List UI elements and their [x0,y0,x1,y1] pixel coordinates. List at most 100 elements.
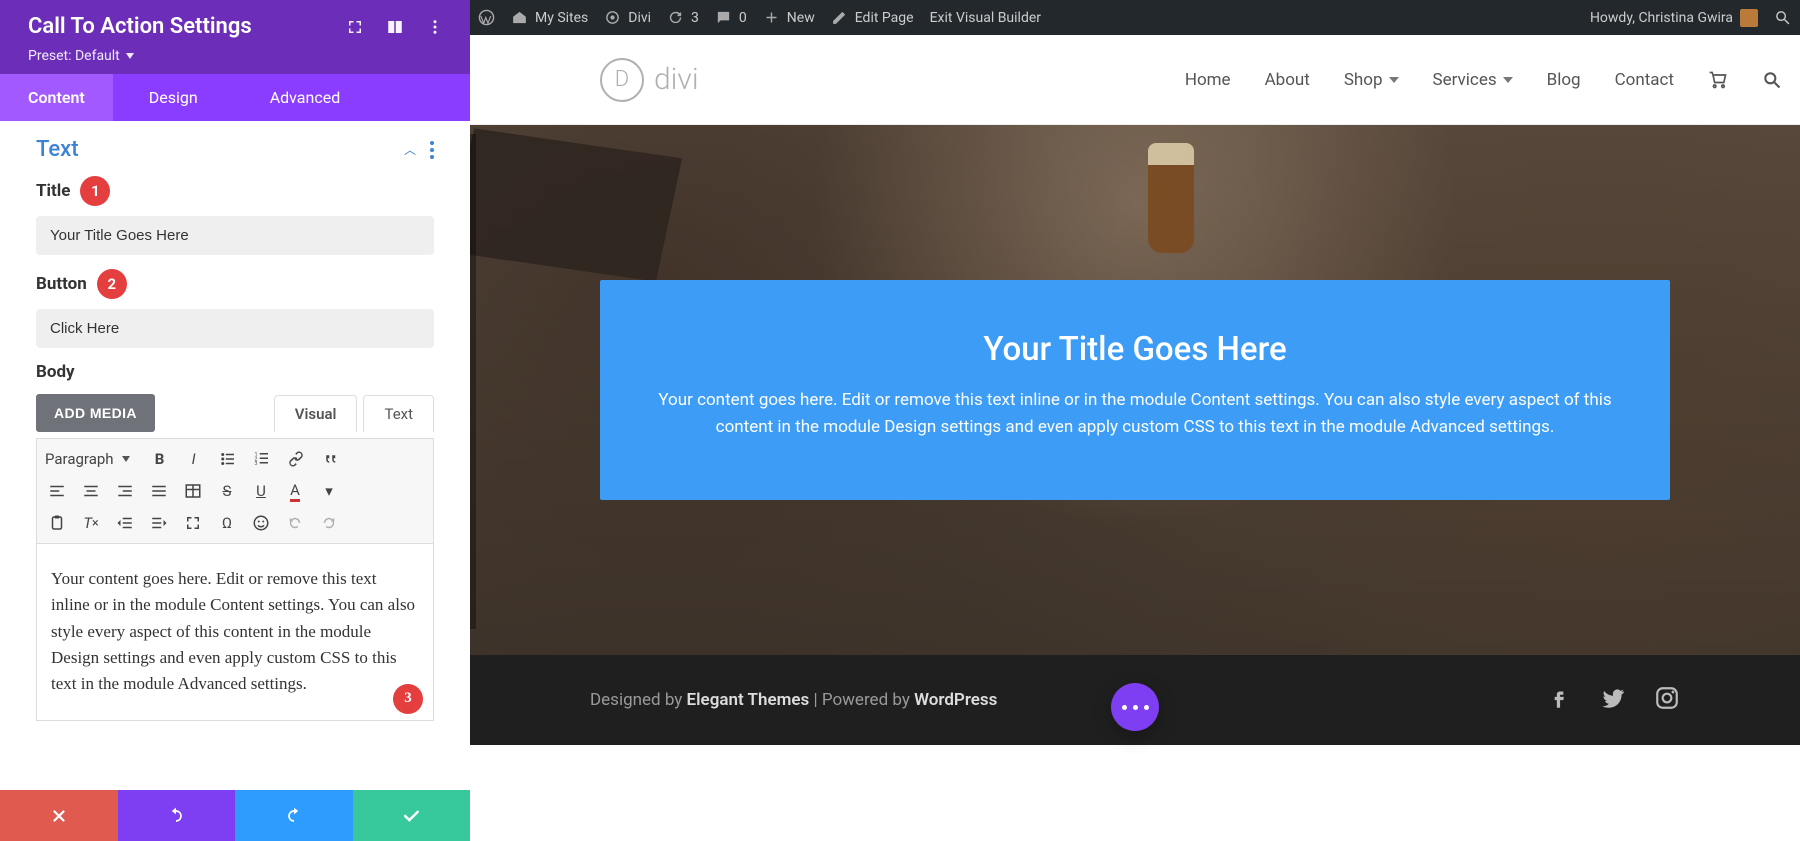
hero-decor-swatch [470,125,682,295]
paragraph-select[interactable]: Paragraph [45,450,138,468]
outdent-icon[interactable] [113,511,137,535]
caret-down-icon [122,456,130,462]
emoji-icon[interactable] [249,511,273,535]
editor-tab-text[interactable]: Text [363,395,434,432]
align-right-icon[interactable] [113,479,137,503]
hero-decor-bottle [1148,143,1194,253]
underline-icon[interactable]: U [249,479,273,503]
undo-button[interactable] [118,790,236,841]
cart-icon[interactable] [1708,70,1728,90]
cta-module[interactable]: Your Title Goes Here Your content goes h… [600,280,1670,500]
panel-actions [0,790,470,841]
button-field-label: Button [36,274,87,294]
section-text-header[interactable]: Text ︿ [36,137,434,162]
annotation-badge-3: 3 [393,684,423,714]
site-name-link[interactable]: Divi [604,9,651,26]
howdy-user[interactable]: Howdy, Christina Gwira [1590,9,1758,27]
panel-title: Call To Action Settings [28,14,346,39]
nav-blog[interactable]: Blog [1547,70,1581,90]
footer-text: Designed by Elegant Themes | Powered by … [590,690,997,710]
logo-text: divi [654,62,699,97]
cta-title: Your Title Goes Here [640,330,1630,369]
paragraph-select-label: Paragraph [45,450,114,468]
svg-text:3: 3 [254,461,257,467]
footer-wp-link[interactable]: WordPress [914,690,997,710]
table-icon[interactable] [181,479,205,503]
instagram-icon[interactable] [1654,685,1680,716]
body-field-label: Body [36,362,75,382]
align-justify-icon[interactable] [147,479,171,503]
annotation-badge-2: 2 [97,269,127,299]
chevron-down-icon [1389,77,1399,83]
search-icon[interactable] [1774,9,1792,27]
nav-about[interactable]: About [1265,70,1310,90]
nav-shop[interactable]: Shop [1344,70,1399,90]
avatar [1740,9,1758,27]
link-icon[interactable] [284,447,308,471]
builder-fab[interactable] [1111,683,1159,731]
strikethrough-icon[interactable]: S [215,479,239,503]
quote-icon[interactable] [318,447,342,471]
tab-content[interactable]: Content [0,74,113,121]
chevron-down-icon [1503,77,1513,83]
title-field-label: Title [36,181,70,201]
align-left-icon[interactable] [45,479,69,503]
cancel-button[interactable] [0,790,118,841]
expand-icon[interactable] [346,18,364,36]
twitter-icon[interactable] [1600,685,1626,716]
updates-link[interactable]: 3 [667,9,699,26]
cta-body: Your content goes here. Edit or remove t… [640,387,1630,440]
chevron-up-icon[interactable]: ︿ [404,141,416,158]
caret-down-icon[interactable]: ▾ [317,479,341,503]
hero-section: Your Title Goes Here Your content goes h… [470,125,1800,655]
nav-contact[interactable]: Contact [1615,70,1674,90]
preset-label: Preset: Default [28,48,120,64]
redo-icon[interactable] [317,511,341,535]
align-center-icon[interactable] [79,479,103,503]
kebab-icon[interactable] [426,18,444,36]
editor-toolbar: Paragraph B I 123 S [36,438,434,544]
save-button[interactable] [353,790,471,841]
tab-advanced[interactable]: Advanced [234,74,369,121]
tab-design[interactable]: Design [113,74,234,121]
my-sites-link[interactable]: My Sites [511,9,588,26]
indent-icon[interactable] [147,511,171,535]
body-editor[interactable]: Your content goes here. Edit or remove t… [36,544,434,721]
footer-theme-link[interactable]: Elegant Themes [687,690,810,710]
nav-home[interactable]: Home [1185,70,1231,90]
button-input[interactable] [36,309,434,348]
wp-logo[interactable] [478,9,495,26]
exit-visual-builder-link[interactable]: Exit Visual Builder [930,10,1041,26]
numbered-list-icon[interactable]: 123 [250,447,274,471]
edit-page-link[interactable]: Edit Page [831,9,914,26]
panel-shadow [470,134,476,629]
nav-services[interactable]: Services [1433,70,1513,90]
settings-panel: Call To Action Settings Preset: Default … [0,0,470,790]
fullscreen-icon[interactable] [181,511,205,535]
paste-icon[interactable] [45,511,69,535]
preset-selector[interactable]: Preset: Default [28,48,134,64]
add-media-button[interactable]: ADD MEDIA [36,394,155,432]
new-link[interactable]: New [763,9,815,26]
special-char-icon[interactable]: Ω [215,511,239,535]
clear-format-icon[interactable]: T× [79,511,103,535]
facebook-icon[interactable] [1546,685,1572,716]
editor-tab-visual[interactable]: Visual [274,395,358,432]
panel-header: Call To Action Settings Preset: Default [0,0,470,74]
search-icon[interactable] [1762,70,1782,90]
redo-button[interactable] [235,790,353,841]
site-logo[interactable]: D divi [600,58,699,102]
text-color-icon[interactable]: A [283,479,307,503]
site-header: D divi Home About Shop Services Blog Con… [470,35,1800,125]
bullet-list-icon[interactable] [216,447,240,471]
kebab-icon[interactable] [430,141,434,159]
comments-link[interactable]: 0 [715,9,747,26]
page-preview: My Sites Divi 3 0 New Edit Page Exit Vis… [470,0,1800,841]
italic-icon[interactable]: I [182,447,206,471]
title-input[interactable] [36,216,434,255]
columns-icon[interactable] [386,18,404,36]
logo-mark: D [600,58,644,102]
undo-icon[interactable] [283,511,307,535]
bold-icon[interactable]: B [148,447,172,471]
annotation-badge-1: 1 [80,176,110,206]
